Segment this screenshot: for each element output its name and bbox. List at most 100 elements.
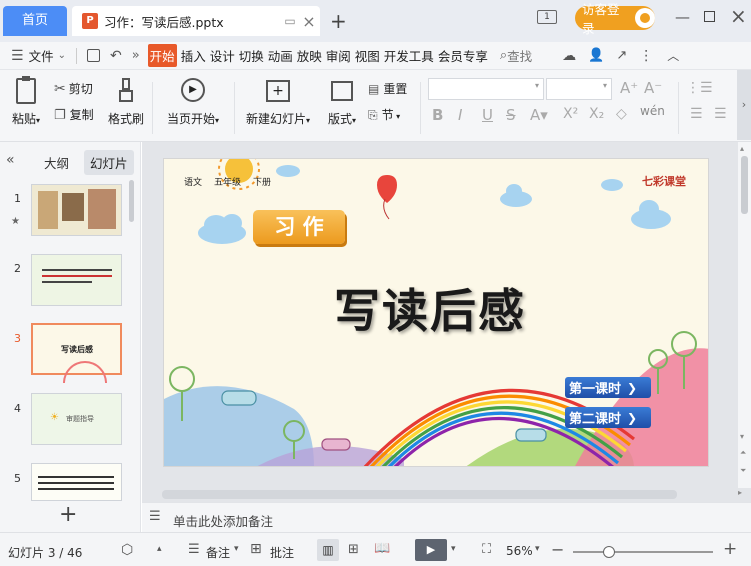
share-icon[interactable]: ↗ (616, 48, 627, 63)
new-tab-icon[interactable]: + (330, 9, 347, 33)
menu-animation[interactable]: 动画 (268, 46, 293, 65)
font-size-select[interactable]: ▾ (546, 78, 612, 100)
ribbon-scroll-right[interactable]: › (737, 70, 751, 140)
cube-icon[interactable]: ⬡ (121, 542, 133, 558)
add-slide-button[interactable]: + (59, 502, 77, 527)
zoom-in-icon[interactable]: + (723, 539, 737, 559)
horizontal-scroll-thumb[interactable] (162, 490, 677, 499)
slide-sorter-icon[interactable]: ⊞ (348, 542, 359, 557)
menu-file[interactable]: 文件 (29, 46, 54, 65)
tab-outline[interactable]: 大纲 (44, 153, 69, 172)
zoom-slider-handle[interactable] (603, 546, 615, 558)
collapse-panel-icon[interactable]: « (6, 152, 15, 168)
normal-view-button[interactable]: ▥ (317, 539, 339, 561)
close-tab-icon[interactable]: × (298, 12, 320, 31)
notes-area[interactable]: ☰ 单击此处添加备注 (142, 502, 751, 532)
menu-transition[interactable]: 切换 (239, 46, 264, 65)
tab-document[interactable]: P 习作：写读后感.pptx ▭ × (72, 6, 320, 36)
slide-thumbnail-5[interactable] (31, 463, 122, 501)
notes-placeholder[interactable]: 单击此处添加备注 (173, 511, 273, 530)
chevron-down-icon[interactable]: ▾ (451, 544, 456, 554)
window-switch-icon[interactable]: 1 (537, 10, 557, 24)
menu-start[interactable]: 开始 (147, 44, 177, 67)
save-icon[interactable] (86, 49, 100, 62)
reading-view-icon[interactable]: 📖 (374, 541, 390, 556)
font-name-select[interactable]: ▾ (428, 78, 544, 100)
slide-thumbnail-4[interactable]: ☀ 审题指导 (31, 393, 122, 445)
menu-member[interactable]: 会员专享 (438, 46, 488, 65)
panel-scrollbar[interactable] (129, 180, 134, 222)
next-slide-icon[interactable]: ⏷ (740, 466, 746, 476)
chevron-up-icon[interactable]: ▴ (157, 544, 162, 554)
tab-slides[interactable]: 幻灯片 (84, 150, 134, 175)
subscript-icon[interactable]: X₂ (589, 106, 604, 122)
comments-button[interactable]: 批注 (270, 544, 294, 561)
cut-button[interactable]: ✂ 剪切 (54, 80, 93, 97)
chevron-down-icon[interactable]: ▾ (234, 544, 239, 554)
scroll-up-icon[interactable]: ▴ (740, 144, 744, 153)
phonetic-icon[interactable]: wén (640, 104, 665, 118)
play-current-button[interactable]: ▶ 当页开始▾ (163, 78, 223, 127)
user-share-icon[interactable]: 👤 (588, 48, 604, 63)
underline-icon[interactable]: U (482, 106, 493, 124)
lesson1-button[interactable]: 第一课时 ❯ (565, 377, 651, 398)
undo-icon[interactable]: ↶ (110, 48, 122, 64)
menu-review[interactable]: 审阅 (326, 46, 351, 65)
grow-font-icon[interactable]: A⁺ (620, 79, 638, 97)
superscript-icon[interactable]: X² (563, 106, 578, 122)
cloud-icon[interactable]: ☁ (562, 48, 576, 64)
tab-home[interactable]: 首页 (3, 6, 67, 36)
more-icon[interactable]: » (132, 48, 140, 63)
fit-window-icon[interactable]: ⛶ (482, 542, 491, 557)
slide-title[interactable]: 写读后感 (334, 275, 526, 341)
menu-view[interactable]: 视图 (355, 46, 380, 65)
vertical-scrollbar[interactable]: ▴ ▾ ⏶ ⏷ (738, 142, 751, 488)
menu-design[interactable]: 设计 (210, 46, 235, 65)
vertical-scroll-thumb[interactable] (741, 156, 748, 214)
menu-insert[interactable]: 插入 (181, 46, 206, 65)
reset-button[interactable]: ▤ 重置 (368, 80, 407, 97)
lesson2-button[interactable]: 第二课时 ❯ (565, 407, 651, 428)
align-center-icon[interactable]: ☰ (714, 106, 727, 122)
search-input[interactable]: 查找 (507, 46, 532, 65)
zoom-level[interactable]: 56% (506, 544, 533, 558)
slide-thumbnail-2[interactable] (31, 254, 122, 306)
monitor-icon[interactable]: ▭ (282, 14, 298, 28)
new-slide-button[interactable]: + 新建幻灯片▾ (243, 78, 313, 127)
slide-thumbnail-3[interactable]: 写读后感 (31, 323, 122, 383)
section-button[interactable]: ⎘ 节 ▾ (368, 106, 400, 123)
format-painter-button[interactable]: 格式刷 (106, 78, 146, 127)
menu-slideshow[interactable]: 放映 (297, 46, 322, 65)
align-left-icon[interactable]: ☰ (690, 106, 703, 122)
more-options-icon[interactable]: ⋮ (639, 48, 653, 64)
shrink-font-icon[interactable]: A⁻ (644, 79, 662, 97)
play-slideshow-button[interactable]: ▶ (415, 539, 447, 561)
maximize-icon[interactable] (704, 11, 715, 22)
eraser-icon[interactable]: ◇ (616, 106, 627, 122)
bold-icon[interactable]: B (432, 106, 443, 124)
paste-button[interactable]: 粘贴▾ (8, 76, 44, 127)
notes-toggle-button[interactable]: 备注 (206, 544, 230, 561)
comment-icon[interactable]: ⊞ (250, 541, 262, 557)
zoom-slider-track[interactable] (573, 551, 713, 553)
zoom-out-icon[interactable]: − (551, 540, 564, 559)
notes-toggle-icon[interactable]: ☰ (188, 542, 200, 557)
copy-button[interactable]: ❐ 复制 (54, 106, 94, 123)
visitor-login-button[interactable]: 访客登录 (575, 2, 655, 36)
bullet-list-icon[interactable]: ⋮☰ (686, 80, 713, 96)
chevron-down-icon[interactable]: ▾ (535, 544, 540, 554)
slide-3[interactable]: 语文 五年级 下册 七彩课堂 习 作 写读后感 第一课时 ❯ 第二课时 ❯ (163, 158, 709, 467)
collapse-ribbon-icon[interactable]: ︿ (667, 47, 679, 64)
close-window-icon[interactable]: × (730, 4, 747, 28)
menu-developer[interactable]: 开发工具 (384, 46, 434, 65)
font-color-icon[interactable]: A▾ (530, 106, 548, 124)
hamburger-icon[interactable]: ☰ (11, 48, 24, 64)
scroll-down-icon[interactable]: ▾ (740, 432, 744, 441)
italic-icon[interactable]: I (458, 106, 462, 124)
layout-button[interactable]: 版式▾ (323, 78, 361, 127)
search-icon[interactable]: ⌕ (500, 48, 507, 63)
slide-thumbnail-1[interactable] (31, 184, 122, 236)
minimize-icon[interactable]: — (675, 8, 690, 26)
strikethrough-icon[interactable]: S (506, 106, 516, 124)
scroll-right-icon[interactable]: ▸ (738, 488, 742, 497)
